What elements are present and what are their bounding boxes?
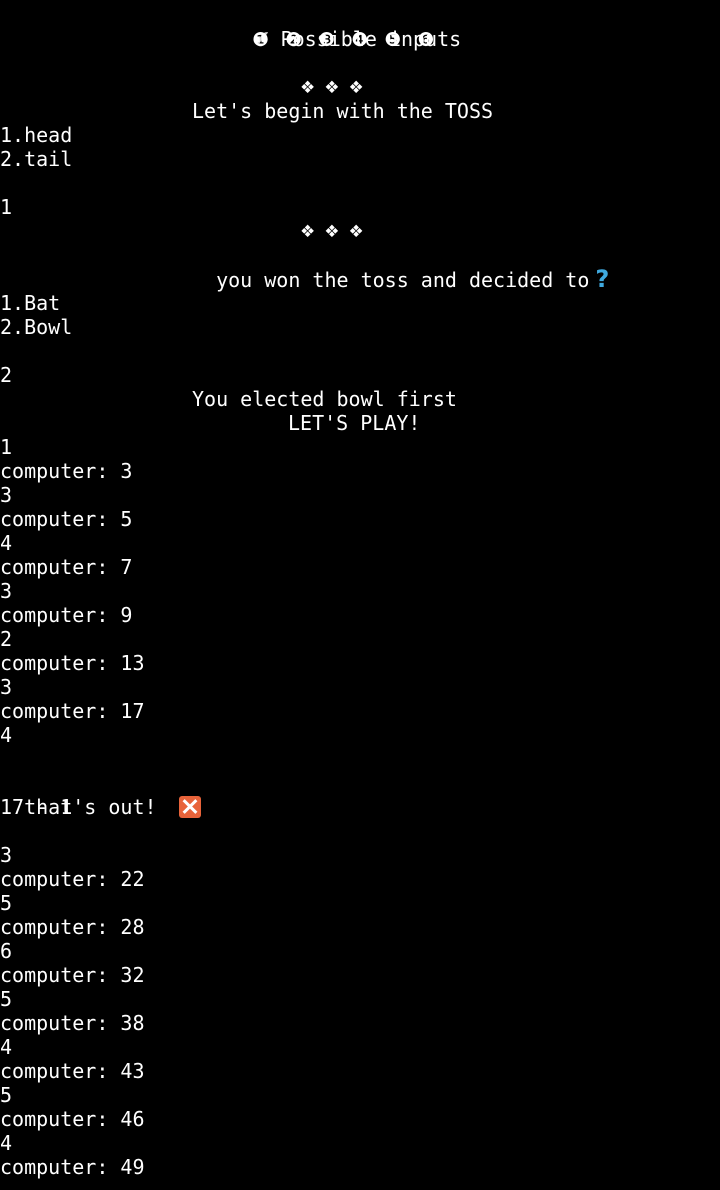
- question-icon: ?: [595, 265, 610, 293]
- diamonds-divider: ❖❖❖: [300, 78, 373, 98]
- computer-score-line: computer: 17: [0, 699, 145, 723]
- computer-score-line: computer: 13: [0, 651, 145, 675]
- score-summary: 17 - 1: [0, 795, 73, 819]
- decision-option-bat: 1.Bat: [0, 291, 61, 315]
- toss-option-tail: 2.tail: [0, 147, 73, 171]
- computer-score-line: computer: 46: [0, 1107, 145, 1131]
- user-input-line: 4: [0, 531, 13, 555]
- computer-score-line: computer: 28: [0, 915, 145, 939]
- input-digits: ❶ ❷ ❸ ❹ ❺ ❻: [252, 29, 440, 51]
- user-input-line: 4: [0, 723, 13, 747]
- user-input-line: 4: [0, 1035, 13, 1059]
- user-input-line: 6: [0, 939, 13, 963]
- computer-score-line: computer: 38: [0, 1011, 145, 1035]
- decision-prompt-line: you won the toss and decided to?: [192, 243, 609, 292]
- decision-input: 2: [0, 363, 13, 387]
- computer-score-line: computer: 43: [0, 1059, 145, 1083]
- user-input-line: 1: [0, 435, 13, 459]
- user-input-line: 4: [0, 1131, 13, 1155]
- computer-score-line: computer: 7: [0, 555, 133, 579]
- computer-score-line: computer: 3: [0, 459, 133, 483]
- computer-score-line: computer: 9: [0, 603, 133, 627]
- user-input-line: 5: [0, 891, 13, 915]
- diamonds-divider: ❖❖❖: [300, 222, 373, 242]
- lets-play-message: LET'S PLAY!: [288, 411, 421, 435]
- out-line: that's out!: [0, 771, 201, 819]
- toss-prompt: Let's begin with the TOSS: [192, 99, 494, 123]
- cross-icon: [178, 796, 201, 818]
- decision-option-bowl: 2.Bowl: [0, 315, 73, 339]
- elected-message: You elected bowl first: [192, 387, 457, 411]
- decision-prompt: you won the toss and decided to: [216, 268, 590, 292]
- user-input-line: 3: [0, 579, 13, 603]
- user-input-line: 3: [0, 483, 13, 507]
- computer-score-line: computer: 32: [0, 963, 145, 987]
- user-input-line: 5: [0, 987, 13, 1011]
- user-input-line: 3: [0, 675, 13, 699]
- user-input-line: 5: [0, 1083, 13, 1107]
- user-input-line: 3: [0, 843, 13, 867]
- possible-inputs-header: ✔ Possible inputs: [228, 3, 461, 52]
- computer-score-line: computer: 49: [0, 1155, 145, 1179]
- computer-score-line: computer: 5: [0, 507, 133, 531]
- toss-input: 1: [0, 195, 13, 219]
- toss-option-head: 1.head: [0, 123, 73, 147]
- user-input-line: 2: [0, 627, 13, 651]
- computer-score-line: computer: 22: [0, 867, 145, 891]
